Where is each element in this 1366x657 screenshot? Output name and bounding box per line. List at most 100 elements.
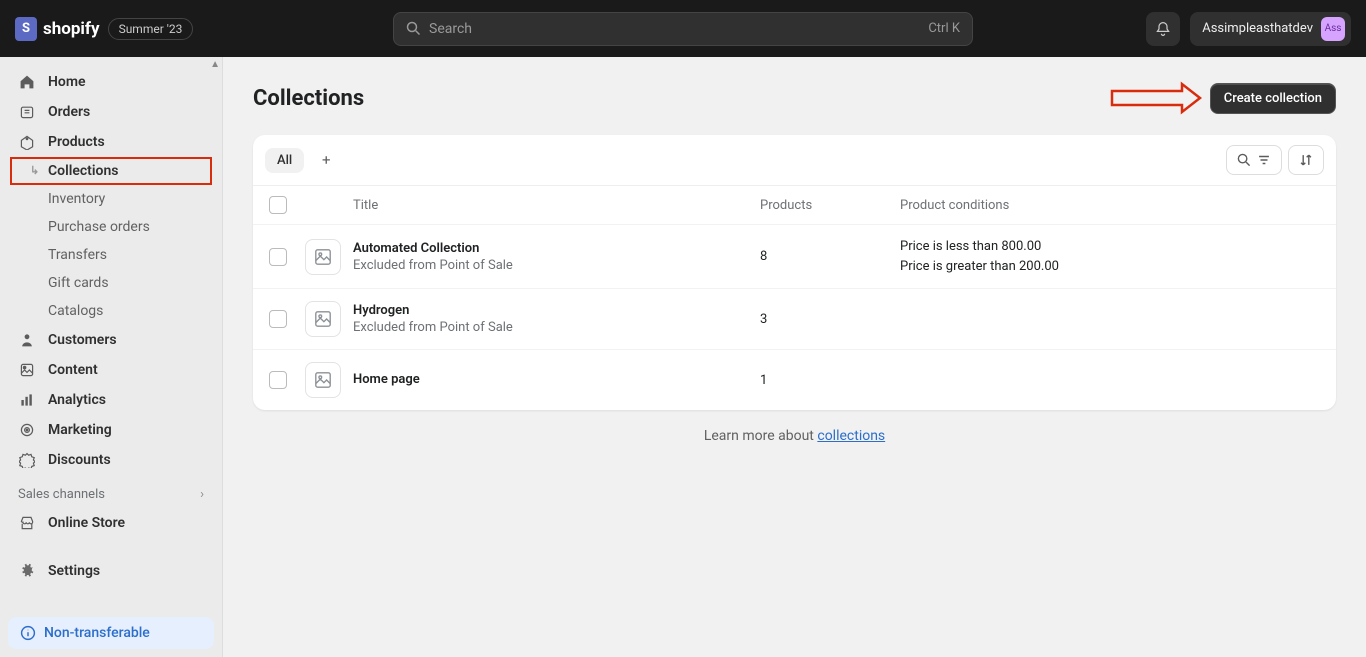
search-icon [1237, 153, 1251, 167]
shopify-logo[interactable]: S shopify [15, 17, 100, 41]
sidebar-item-discounts[interactable]: Discounts [0, 445, 222, 475]
table-row[interactable]: Home page 1 [253, 349, 1336, 410]
avatar: Ass [1321, 17, 1345, 41]
chevron-right-icon: › [200, 487, 204, 502]
sidebar-item-transfers[interactable]: Transfers [0, 241, 222, 269]
col-products[interactable]: Products [760, 198, 900, 213]
sub-arrow-icon: ↳ [30, 164, 39, 177]
orders-icon [18, 103, 36, 121]
col-title[interactable]: Title [353, 198, 760, 213]
nav-label: Analytics [48, 392, 106, 408]
nav-label: Customers [48, 332, 117, 348]
filter-icon [1257, 153, 1271, 167]
sidebar-item-orders[interactable]: Orders [0, 97, 222, 127]
analytics-icon [18, 391, 36, 409]
search-placeholder: Search [429, 21, 928, 37]
image-placeholder-icon [305, 239, 341, 275]
image-placeholder-icon [305, 301, 341, 337]
row-title: Automated Collection [353, 241, 760, 256]
sort-icon [1299, 153, 1313, 167]
nav-label: Orders [48, 104, 90, 120]
learn-more: Learn more about collections [253, 428, 1336, 444]
nav-label: Settings [48, 563, 100, 579]
nav-label: Online Store [48, 515, 125, 531]
select-all-checkbox[interactable] [269, 196, 287, 214]
sidebar-item-marketing[interactable]: Marketing [0, 415, 222, 445]
card-tabs: All + [253, 135, 1336, 185]
user-menu[interactable]: Assimpleasthatdev Ass [1190, 12, 1351, 46]
marketing-icon [18, 421, 36, 439]
sidebar-item-gift-cards[interactable]: Gift cards [0, 269, 222, 297]
nav-label: Home [48, 74, 86, 90]
table-header: Title Products Product conditions [253, 185, 1336, 224]
row-subtitle: Excluded from Point of Sale [353, 320, 760, 335]
username: Assimpleasthatdev [1202, 21, 1313, 36]
row-condition: Price is less than 800.00 [900, 237, 1320, 257]
image-placeholder-icon [305, 362, 341, 398]
bell-icon [1155, 21, 1171, 37]
learn-text: Learn more about [704, 428, 818, 444]
col-conditions[interactable]: Product conditions [900, 198, 1320, 213]
sort-button[interactable] [1288, 145, 1324, 175]
nav-label: Discounts [48, 452, 111, 468]
products-icon [18, 133, 36, 151]
search-input[interactable]: Search Ctrl K [393, 12, 973, 46]
sidebar-item-online-store[interactable]: Online Store [0, 508, 222, 538]
row-products: 3 [760, 312, 900, 327]
sidebar-item-purchase-orders[interactable]: Purchase orders [0, 213, 222, 241]
sidebar-item-inventory[interactable]: Inventory [0, 185, 222, 213]
arrow-annotation [1110, 81, 1202, 115]
row-checkbox[interactable] [269, 310, 287, 328]
sidebar-item-products[interactable]: Products [0, 127, 222, 157]
nav-label: Collections [48, 163, 118, 179]
tab-all[interactable]: All [265, 148, 304, 173]
row-checkbox[interactable] [269, 371, 287, 389]
collections-card: All + Title Products Product condi [253, 135, 1336, 410]
table-row[interactable]: Automated Collection Excluded from Point… [253, 224, 1336, 288]
nav-label: Gift cards [48, 275, 109, 291]
home-icon [18, 73, 36, 91]
sidebar: ▲ Home Orders Products ↳ Collections Inv… [0, 57, 223, 657]
sidebar-item-content[interactable]: Content [0, 355, 222, 385]
banner-text: Non-transferable [44, 625, 150, 641]
sales-channels-header[interactable]: Sales channels › [0, 475, 222, 508]
section-label: Sales channels [18, 487, 105, 502]
nav-label: Marketing [48, 422, 112, 438]
sidebar-item-catalogs[interactable]: Catalogs [0, 297, 222, 325]
search-filter-button[interactable] [1226, 145, 1282, 175]
nav-label: Catalogs [48, 303, 103, 319]
row-title: Home page [353, 372, 760, 387]
row-products: 1 [760, 373, 900, 388]
logo-area: S shopify Summer '23 [15, 17, 193, 41]
row-condition: Price is greater than 200.00 [900, 257, 1320, 277]
search-icon [406, 21, 421, 36]
store-icon [18, 514, 36, 532]
non-transferable-banner[interactable]: Non-transferable [8, 617, 214, 649]
row-title: Hydrogen [353, 303, 760, 318]
sidebar-item-home[interactable]: Home [0, 67, 222, 97]
sidebar-item-settings[interactable]: Settings [0, 556, 222, 586]
search-shortcut: Ctrl K [928, 21, 960, 36]
page-header: Collections Create collection [253, 81, 1336, 115]
add-tab-button[interactable]: + [312, 146, 340, 174]
create-collection-button[interactable]: Create collection [1210, 83, 1336, 114]
sidebar-item-analytics[interactable]: Analytics [0, 385, 222, 415]
nav-label: Content [48, 362, 98, 378]
notifications-button[interactable] [1146, 12, 1180, 46]
info-icon [20, 625, 36, 641]
sidebar-item-customers[interactable]: Customers [0, 325, 222, 355]
learn-link[interactable]: collections [817, 428, 885, 444]
customers-icon [18, 331, 36, 349]
row-checkbox[interactable] [269, 248, 287, 266]
nav-label: Purchase orders [48, 219, 150, 235]
table-row[interactable]: Hydrogen Excluded from Point of Sale 3 [253, 288, 1336, 349]
sidebar-item-collections[interactable]: ↳ Collections [0, 157, 222, 185]
row-products: 8 [760, 249, 900, 264]
summer-badge[interactable]: Summer '23 [108, 18, 194, 40]
brand-text: shopify [43, 19, 100, 39]
nav-label: Products [48, 134, 105, 150]
content-icon [18, 361, 36, 379]
top-header: S shopify Summer '23 Search Ctrl K Assim… [0, 0, 1366, 57]
settings-icon [18, 562, 36, 580]
row-subtitle: Excluded from Point of Sale [353, 258, 760, 273]
